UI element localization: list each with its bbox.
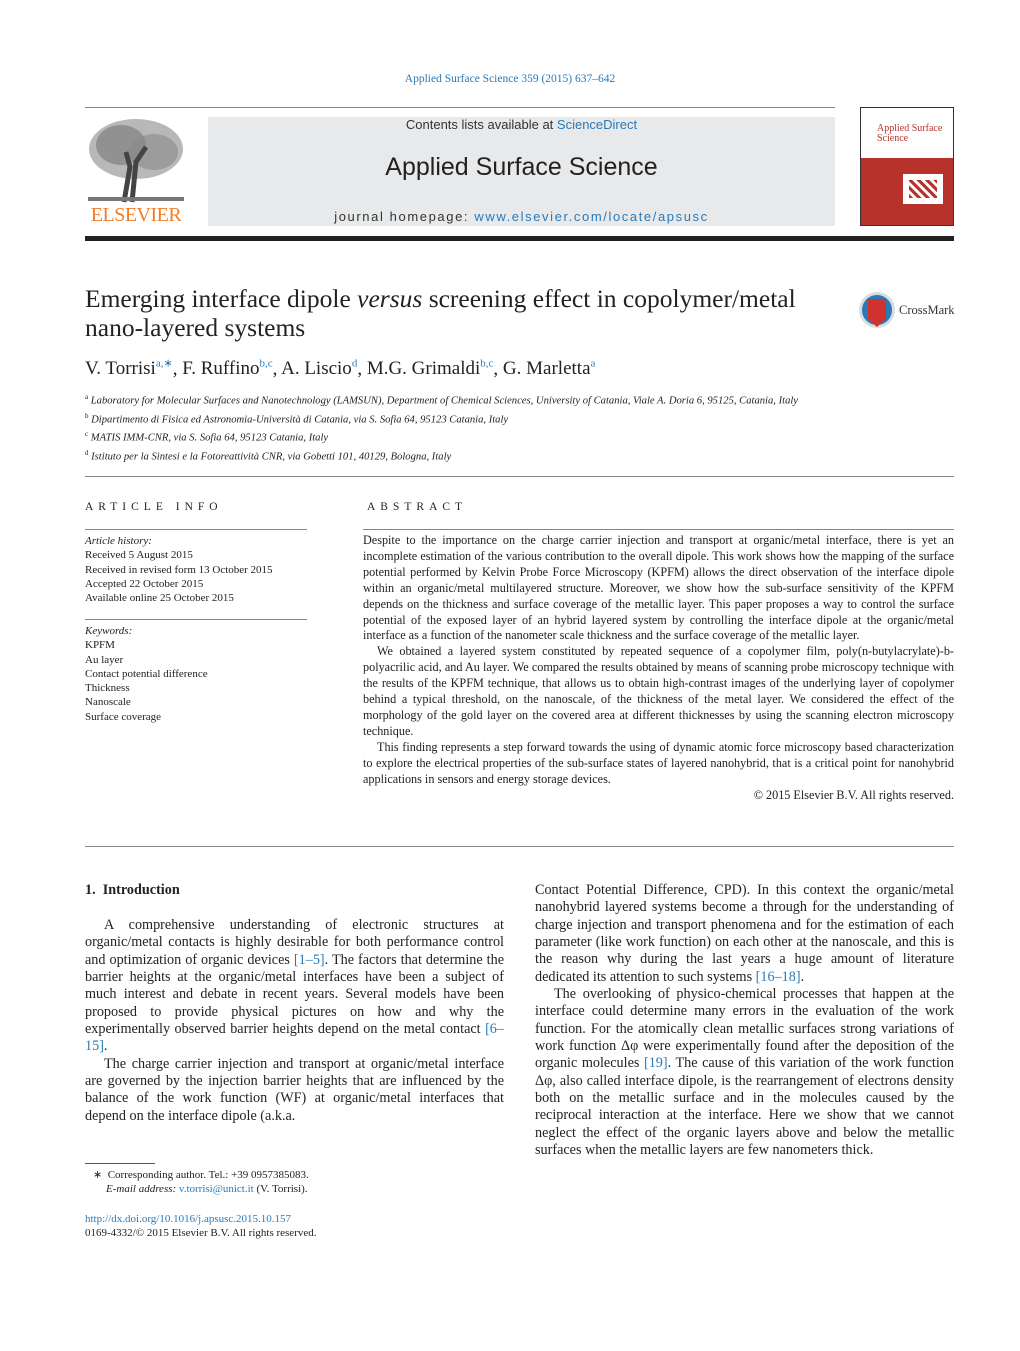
contents-text: Contents lists available at xyxy=(405,117,557,132)
crossmark-button[interactable]: CrossMark xyxy=(858,291,958,329)
author-list: V. Torrisia,∗, F. Ruffinob,c, A. Lisciod… xyxy=(85,358,596,380)
footnote-rule xyxy=(85,1163,155,1164)
doi-link[interactable]: http://dx.doi.org/10.1016/j.apsusc.2015.… xyxy=(85,1213,291,1225)
journal-cover: Applied Surface Science xyxy=(860,107,954,226)
author[interactable]: G. Marlettaa xyxy=(503,358,595,379)
issn: 0169-4332/© 2015 Elsevier B.V. All right… xyxy=(85,1227,317,1239)
crossmark-icon xyxy=(859,292,895,328)
contents-line: Contents lists available at ScienceDirec… xyxy=(208,117,835,132)
journal-title: Applied Surface Science xyxy=(385,153,658,181)
abstract-heading: ABSTRACT xyxy=(367,501,468,513)
abstract-paragraph: Despite to the importance on the charge … xyxy=(363,533,954,643)
abstract-body: Despite to the importance on the charge … xyxy=(363,533,954,803)
affiliation: c MATIS IMM-CNR, via S. Sofia 64, 95123 … xyxy=(85,430,329,444)
journal-homepage: journal homepage: www.elsevier.com/locat… xyxy=(208,209,835,224)
affiliation: b Dipartimento di Fisica ed Astronomia-U… xyxy=(85,411,509,426)
author[interactable]: V. Torrisia,∗ xyxy=(85,358,173,379)
affiliations: a Laboratory for Molecular Surfaces and … xyxy=(85,390,825,465)
divider xyxy=(363,529,954,530)
homepage-label: journal homepage: xyxy=(334,209,475,224)
divider xyxy=(85,529,307,530)
crossmark-label: CrossMark xyxy=(899,303,955,317)
footnote: ∗ Corresponding author. Tel.: +39 095738… xyxy=(93,1169,309,1195)
divider xyxy=(85,846,954,847)
column-left: A comprehensive understanding of electro… xyxy=(85,917,504,1125)
paper-page: Applied Surface Science 359 (2015) 637–6… xyxy=(0,0,1020,1351)
citation-link[interactable]: [1–5] xyxy=(294,952,325,968)
divider xyxy=(85,619,307,620)
column-right: Contact Potential Difference, CPD). In t… xyxy=(535,882,954,1160)
article-info-heading: ARTICLE INFO xyxy=(85,501,223,513)
homepage-link[interactable]: www.elsevier.com/locate/apsusc xyxy=(474,209,708,224)
abstract-paragraph: We obtained a layered system constituted… xyxy=(363,644,954,738)
keywords: Keywords: KPFM Au layer Contact potential … xyxy=(85,625,208,723)
divider xyxy=(85,476,954,477)
affiliation: a Laboratory for Molecular Surfaces and … xyxy=(85,393,799,407)
article-history: Article history: Received 5 August 2015 R… xyxy=(85,535,273,605)
paragraph: Contact Potential Difference, CPD). In t… xyxy=(535,882,954,985)
sciencedirect-link[interactable]: ScienceDirect xyxy=(557,117,637,132)
email-link[interactable]: v.torrisi@unict.it xyxy=(179,1183,254,1195)
footer: http://dx.doi.org/10.1016/j.apsusc.2015.… xyxy=(85,1212,317,1240)
article-title: Emerging interface dipole versus screeni… xyxy=(85,284,796,342)
journal-reference-link[interactable]: Applied Surface Science 359 (2015) 637–6… xyxy=(405,73,615,85)
elsevier-wordmark: ELSEVIER xyxy=(90,204,182,226)
divider xyxy=(85,107,835,108)
paragraph: The overlooking of physico-chemical proc… xyxy=(535,986,954,1159)
paragraph: A comprehensive understanding of electro… xyxy=(85,917,505,1055)
header-rule xyxy=(85,236,954,241)
author[interactable]: F. Ruffinob,c xyxy=(182,358,272,379)
elsevier-logo: ELSEVIER xyxy=(86,117,186,227)
author[interactable]: M.G. Grimaldib,c xyxy=(367,358,494,379)
cover-red-panel xyxy=(861,158,953,225)
copyright: © 2015 Elsevier B.V. All rights reserved… xyxy=(753,787,954,802)
citation-link[interactable]: [19] xyxy=(644,1055,668,1071)
tree-icon xyxy=(86,117,186,203)
author[interactable]: A. Lisciod xyxy=(281,358,357,379)
section-heading: 1. Introduction xyxy=(85,882,180,898)
abstract-paragraph: This finding represents a step forward t… xyxy=(363,739,954,786)
affiliation: d Istituto per la Sintesi e la Fotoreatt… xyxy=(85,449,452,463)
journal-reference[interactable]: Applied Surface Science 359 (2015) 637–6… xyxy=(0,73,1020,85)
cover-title: Applied Surface Science xyxy=(877,123,943,144)
paragraph: The charge carrier injection and transpo… xyxy=(85,1055,504,1124)
citation-link[interactable]: [16–18] xyxy=(756,969,801,985)
